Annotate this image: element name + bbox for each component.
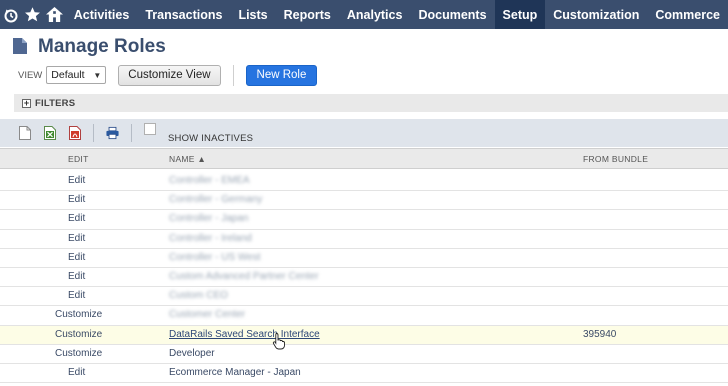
role-name[interactable]: Controller - Ireland (169, 233, 252, 244)
nav-commerce[interactable]: Commerce (647, 0, 728, 29)
edit-link[interactable]: Edit (68, 252, 85, 263)
document-icon (12, 37, 28, 58)
roles-table: Edit Controller - EMEA Edit Controller -… (0, 172, 728, 384)
hand-pointer-icon (272, 333, 285, 350)
table-row: Edit Custom CEO (0, 287, 728, 307)
role-name[interactable]: Controller - Germany (169, 194, 262, 205)
edit-link[interactable]: Edit (68, 194, 85, 205)
table-row: Edit Controller - US West (0, 248, 728, 268)
expand-plus-icon[interactable]: + (22, 98, 31, 108)
table-row: Edit Controller - Japan (0, 210, 728, 230)
table-row: Edit Ecommerce Manager - Japan (0, 363, 728, 384)
show-inactives-label: SHOW INACTIVES (168, 132, 254, 144)
home-icon[interactable] (44, 0, 66, 29)
filters-label: FILTERS (35, 97, 76, 109)
edit-link[interactable]: Edit (68, 367, 85, 378)
recent-records-icon[interactable] (0, 0, 22, 29)
nav-lists[interactable]: Lists (230, 0, 275, 29)
nav-transactions[interactable]: Transactions (137, 0, 230, 29)
table-row: Edit Controller - Ireland (0, 229, 728, 249)
edit-link[interactable]: Edit (68, 271, 85, 282)
toolbar-divider (131, 124, 132, 142)
role-name[interactable]: DataRails Saved Search Interface (169, 329, 320, 340)
nav-reports[interactable]: Reports (276, 0, 339, 29)
role-name[interactable]: Custom CEO (169, 290, 228, 301)
list-controls: VIEW Default ▼ Customize View New Role (18, 64, 318, 86)
column-header-name[interactable]: NAME ▲ (169, 154, 206, 164)
table-row: Customize DataRails Saved Search Interfa… (0, 325, 728, 345)
table-header: EDIT NAME ▲ FROM BUNDLE (0, 148, 728, 169)
role-name[interactable]: Customer Center (169, 309, 245, 320)
filters-bar[interactable]: + FILTERS (14, 94, 728, 112)
chevron-down-icon: ▼ (93, 70, 102, 80)
table-row: Edit Controller - Germany (0, 191, 728, 211)
nav-analytics[interactable]: Analytics (339, 0, 411, 29)
edit-link[interactable]: Edit (68, 233, 85, 244)
page-title: Manage Roles (38, 36, 166, 57)
nav-setup[interactable]: Setup (494, 0, 546, 29)
customize-view-button[interactable]: Customize View (118, 64, 221, 86)
print-icon[interactable] (106, 126, 119, 141)
toolbar-divider (93, 124, 94, 142)
role-name[interactable]: Controller - Japan (169, 213, 248, 224)
edit-link[interactable]: Edit (68, 290, 85, 301)
divider (232, 64, 234, 86)
table-row: Edit Controller - EMEA (0, 172, 728, 192)
customize-link[interactable]: Customize (55, 309, 102, 320)
show-inactives-checkbox[interactable] (144, 123, 156, 135)
customize-link[interactable]: Customize (55, 329, 102, 340)
nav-customization[interactable]: Customization (545, 0, 647, 29)
nav-activities[interactable]: Activities (66, 0, 138, 29)
star-icon[interactable] (22, 0, 44, 29)
view-select[interactable]: Default ▼ (46, 66, 107, 84)
customize-link[interactable]: Customize (55, 348, 102, 359)
role-name[interactable]: Controller - EMEA (169, 175, 250, 186)
new-document-icon[interactable] (18, 126, 31, 141)
role-name[interactable]: Ecommerce Manager - Japan (169, 367, 301, 378)
table-row: Customize Developer (0, 344, 728, 364)
nav-documents[interactable]: Documents (410, 0, 494, 29)
table-row: Customize Customer Center (0, 306, 728, 326)
table-row: Edit Custom Advanced Partner Center (0, 267, 728, 288)
pdf-export-icon[interactable] (68, 126, 81, 141)
column-header-edit: EDIT (68, 154, 89, 164)
role-name[interactable]: Developer (169, 348, 215, 359)
view-label: VIEW (18, 69, 43, 81)
top-nav: Activities Transactions Lists Reports An… (0, 0, 728, 29)
edit-link[interactable]: Edit (68, 175, 85, 186)
edit-link[interactable]: Edit (68, 213, 85, 224)
bundle-id: 395940 (583, 328, 617, 340)
new-role-button[interactable]: New Role (245, 64, 318, 86)
role-name[interactable]: Custom Advanced Partner Center (169, 271, 319, 282)
list-toolbar: SHOW INACTIVES (0, 119, 728, 147)
excel-export-icon[interactable] (43, 126, 56, 141)
role-name[interactable]: Controller - US West (169, 252, 261, 263)
view-select-value: Default (51, 69, 85, 81)
page-header: Manage Roles (12, 36, 166, 58)
column-header-from-bundle[interactable]: FROM BUNDLE (583, 154, 648, 164)
